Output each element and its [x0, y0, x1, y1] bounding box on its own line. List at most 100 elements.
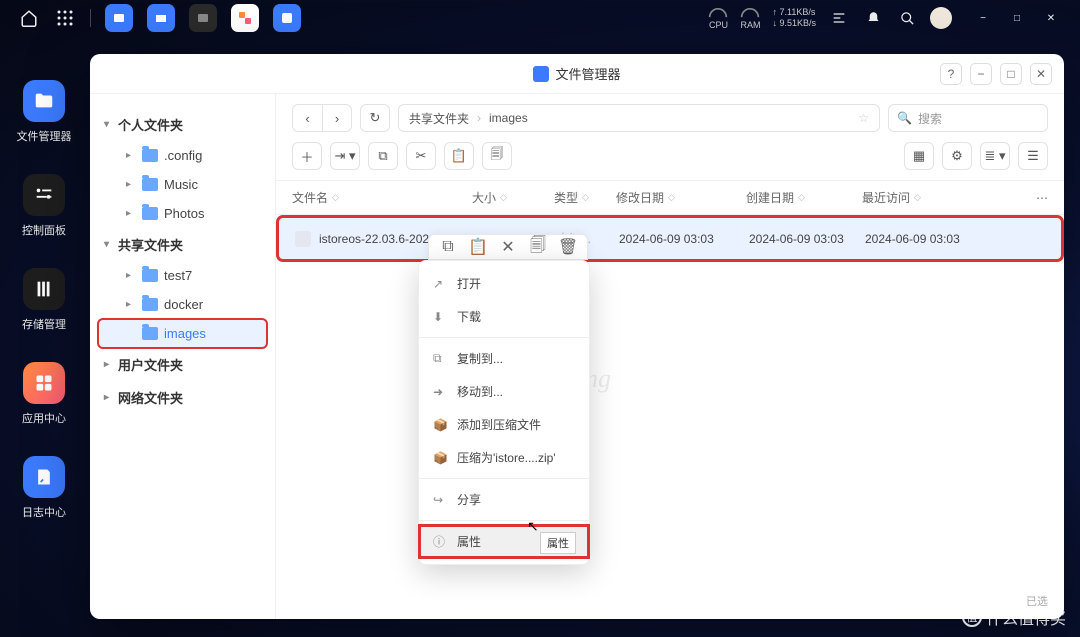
th-more[interactable]: ⋯: [1036, 189, 1048, 206]
th-name[interactable]: 文件名◇: [292, 189, 472, 206]
bell-icon[interactable]: [862, 7, 884, 29]
file-row[interactable]: istoreos-22.03.6-2024052... 2.38 GB 未知..…: [279, 218, 1061, 259]
window-minimize[interactable]: −: [970, 63, 992, 85]
breadcrumb[interactable]: 共享文件夹 › images ☆: [398, 104, 880, 132]
archive-button[interactable]: 🗐: [482, 142, 512, 170]
file-icon: [295, 231, 311, 247]
breadcrumb-segment[interactable]: 共享文件夹: [409, 110, 469, 127]
brand-watermark: 值 什么值得买: [962, 605, 1066, 629]
system-topbar: CPU RAM ↑ 7.11KB/s↓ 9.51KB/s − □ ✕: [0, 0, 1080, 36]
menu-share[interactable]: ↪分享: [419, 483, 589, 516]
close-icon[interactable]: ✕: [1040, 7, 1062, 29]
breadcrumb-segment[interactable]: images: [489, 111, 528, 125]
user-avatar[interactable]: [930, 7, 952, 29]
apps-grid-icon[interactable]: [54, 7, 76, 29]
taskbar-app-2[interactable]: [147, 4, 175, 32]
taskbar-app-5[interactable]: [273, 4, 301, 32]
menu-copy-to[interactable]: ⧉复制到...: [419, 342, 589, 375]
search-icon[interactable]: [896, 7, 918, 29]
taskbar-app-1[interactable]: [105, 4, 133, 32]
main-panel: ‹ › ↻ 共享文件夹 › images ☆ 🔍搜索 ＋ ⇥ ▾ ⧉ ✂ 📋 🗐: [276, 94, 1064, 619]
search-icon: 🔍: [897, 111, 912, 125]
th-created[interactable]: 创建日期◇: [746, 189, 862, 206]
nav-forward[interactable]: ›: [322, 104, 352, 132]
tree-docker[interactable]: ▸docker: [98, 290, 267, 319]
tree-photos[interactable]: ▸Photos: [98, 199, 267, 228]
menu-open[interactable]: ↗打开: [419, 267, 589, 300]
context-toolbar: ⧉ 📋 ✕ 🗐 🗑: [428, 234, 588, 260]
ctx-paste-icon[interactable]: 📋: [463, 235, 493, 259]
settings-icon[interactable]: [828, 7, 850, 29]
download-icon: ⬇: [433, 310, 447, 324]
menu-compress[interactable]: 📦压缩为'istore....zip': [419, 441, 589, 474]
dock-storage[interactable]: 存储管理: [22, 268, 66, 332]
cut-button[interactable]: ✂: [406, 142, 436, 170]
settings-button[interactable]: ⚙: [942, 142, 972, 170]
upload-button[interactable]: ⇥ ▾: [330, 142, 360, 170]
th-type[interactable]: 类型◇: [554, 189, 616, 206]
context-menu: ↗打开 ⬇下载 ⧉复制到... ➜移动到... 📦添加到压缩文件 📦压缩为'is…: [418, 260, 590, 565]
filter-button[interactable]: ☰: [1018, 142, 1048, 170]
section-personal[interactable]: ▾个人文件夹: [98, 108, 267, 141]
th-modified[interactable]: 修改日期◇: [616, 189, 746, 206]
th-size[interactable]: 大小◇: [472, 189, 554, 206]
refresh-button[interactable]: ↻: [360, 104, 390, 132]
copy-icon: ⧉: [433, 351, 447, 366]
maximize-icon[interactable]: □: [1006, 7, 1028, 29]
menu-add-archive[interactable]: 📦添加到压缩文件: [419, 408, 589, 441]
menu-download[interactable]: ⬇下载: [419, 300, 589, 333]
info-icon: ⓘ: [433, 533, 447, 550]
menu-move-to[interactable]: ➜移动到...: [419, 375, 589, 408]
sidebar: ▾个人文件夹 ▸.config ▸Music ▸Photos ▾共享文件夹 ▸t…: [90, 94, 276, 619]
tree-images[interactable]: ▸images: [98, 319, 267, 348]
star-icon[interactable]: ☆: [858, 111, 869, 125]
add-button[interactable]: ＋: [292, 142, 322, 170]
zip-icon: 📦: [433, 451, 447, 465]
tree-config[interactable]: ▸.config: [98, 141, 267, 170]
taskbar-app-3[interactable]: [189, 4, 217, 32]
section-network[interactable]: ▸网络文件夹: [98, 381, 267, 414]
window-maximize[interactable]: □: [1000, 63, 1022, 85]
share-icon: ↪: [433, 493, 447, 507]
copy-button[interactable]: ⧉: [368, 142, 398, 170]
ctx-trash-icon[interactable]: 🗑: [553, 235, 583, 259]
section-user[interactable]: ▸用户文件夹: [98, 348, 267, 381]
folder-icon: [142, 207, 158, 220]
dock: 文件管理器 控制面板 存储管理 应用中心 日志中心: [8, 80, 80, 520]
ctx-copy-icon[interactable]: ⧉: [433, 235, 463, 259]
dock-control-panel[interactable]: 控制面板: [22, 174, 66, 238]
app-icon: [533, 66, 549, 82]
ram-gauge[interactable]: RAM: [740, 6, 760, 30]
search-input[interactable]: 🔍搜索: [888, 104, 1048, 132]
help-button[interactable]: ?: [940, 63, 962, 85]
cpu-gauge[interactable]: CPU: [708, 6, 728, 30]
table-header: 文件名◇ 大小◇ 类型◇ 修改日期◇ 创建日期◇ 最近访问◇ ⋯: [276, 180, 1064, 215]
dock-file-manager[interactable]: 文件管理器: [17, 80, 72, 144]
open-icon: ↗: [433, 277, 447, 291]
tree-test7[interactable]: ▸test7: [98, 261, 267, 290]
sort-button[interactable]: ≣ ▾: [980, 142, 1010, 170]
tree-music[interactable]: ▸Music: [98, 170, 267, 199]
window-header: 文件管理器 ? − □ ✕: [90, 54, 1064, 94]
folder-icon: [142, 269, 158, 282]
ctx-duplicate-icon[interactable]: 🗐: [523, 235, 553, 259]
move-icon: ➜: [433, 385, 447, 399]
view-grid-button[interactable]: ▦: [904, 142, 934, 170]
ctx-delete-icon[interactable]: ✕: [493, 235, 523, 259]
folder-icon: [142, 327, 158, 340]
section-shared[interactable]: ▾共享文件夹: [98, 228, 267, 261]
home-icon[interactable]: [18, 7, 40, 29]
brand-icon: 值: [962, 607, 982, 627]
paste-button[interactable]: 📋: [444, 142, 474, 170]
th-accessed[interactable]: 最近访问◇: [862, 189, 962, 206]
folder-icon: [142, 149, 158, 162]
archive-icon: 📦: [433, 418, 447, 432]
dock-app-center[interactable]: 应用中心: [22, 362, 66, 426]
folder-icon: [142, 298, 158, 311]
nav-buttons: ‹ ›: [292, 104, 352, 132]
minimize-icon[interactable]: −: [972, 7, 994, 29]
window-close[interactable]: ✕: [1030, 63, 1052, 85]
taskbar-app-4[interactable]: [231, 4, 259, 32]
nav-back[interactable]: ‹: [292, 104, 322, 132]
dock-logs[interactable]: 日志中心: [22, 456, 66, 520]
